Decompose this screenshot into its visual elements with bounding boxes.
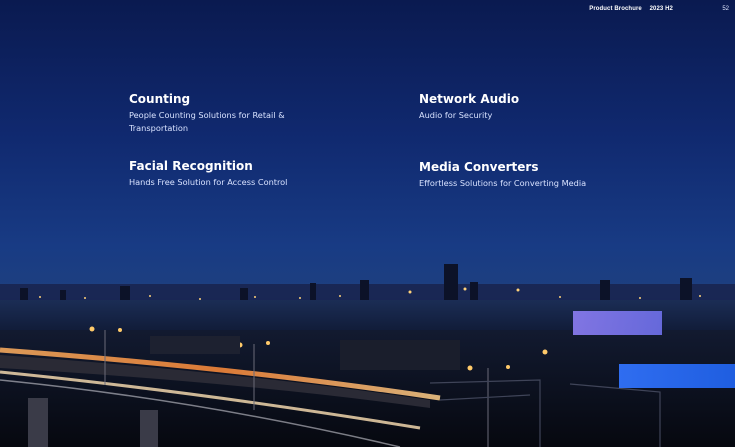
page-number: 52 — [722, 6, 729, 12]
document-title: Product Brochure — [589, 6, 642, 12]
feature-title: Facial Recognition — [129, 159, 253, 173]
feature-description: Hands Free Solution for Access Control — [129, 177, 288, 187]
feature-title: Media Converters — [419, 160, 539, 174]
feature-network-audio: Network Audio Audio for Security — [419, 92, 619, 122]
decorative-purple-bar — [573, 311, 662, 335]
feature-description: Audio for Security — [419, 110, 493, 120]
feature-counting: Counting People Counting Solutions for R… — [129, 92, 299, 135]
feature-title: Counting — [129, 92, 191, 106]
feature-description: Effortless Solutions for Converting Medi… — [419, 178, 587, 188]
feature-facial-recognition: Facial Recognition Hands Free Solution f… — [129, 159, 329, 189]
feature-title: Network Audio — [419, 92, 520, 106]
document-edition: 2023 H2 — [649, 6, 673, 12]
feature-description: People Counting Solutions for Retail & T… — [129, 110, 285, 133]
decorative-blue-bar — [619, 364, 735, 388]
document-header: Product Brochure 2023 H2 — [583, 6, 673, 12]
feature-media-converters: Media Converters Effortless Solutions fo… — [419, 160, 639, 190]
brochure-page: Product Brochure 2023 H2 52 Counting Peo… — [0, 0, 735, 447]
